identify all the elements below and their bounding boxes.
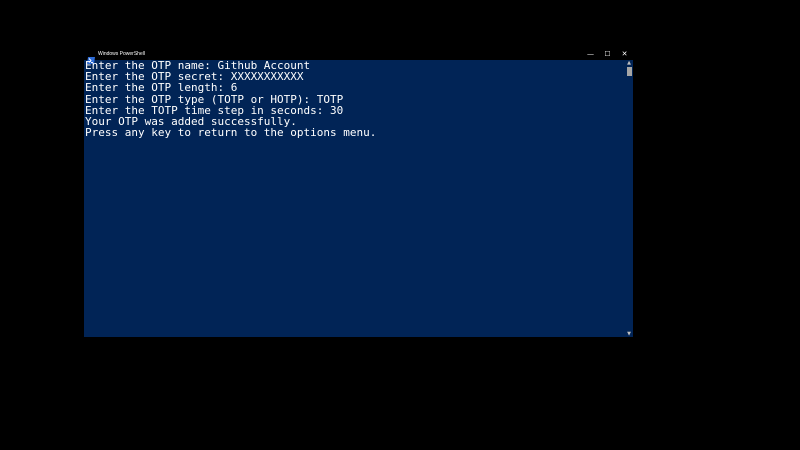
console-line: Enter the OTP length: 6	[85, 81, 238, 95]
console-output[interactable]: Enter the OTP name: Github Account Enter…	[84, 60, 625, 337]
vertical-scrollbar[interactable]: ▲ ▼	[625, 60, 633, 337]
maximize-button[interactable]: ☐	[599, 48, 616, 60]
scrollbar-thumb[interactable]	[627, 67, 632, 76]
scroll-up-arrow-icon[interactable]: ▲	[625, 60, 633, 66]
powershell-window[interactable]: Windows PowerShell — ☐ ✕ Enter the OTP n…	[84, 48, 633, 337]
window-controls: — ☐ ✕	[582, 48, 633, 60]
scroll-down-arrow-icon[interactable]: ▼	[625, 331, 633, 337]
close-button[interactable]: ✕	[616, 48, 633, 60]
title-bar[interactable]: Windows PowerShell — ☐ ✕	[84, 48, 633, 64]
window-title: Windows PowerShell	[98, 51, 145, 57]
minimize-button[interactable]: —	[582, 48, 599, 60]
console-line: Press any key to return to the options m…	[85, 126, 377, 140]
powershell-icon	[87, 51, 95, 64]
